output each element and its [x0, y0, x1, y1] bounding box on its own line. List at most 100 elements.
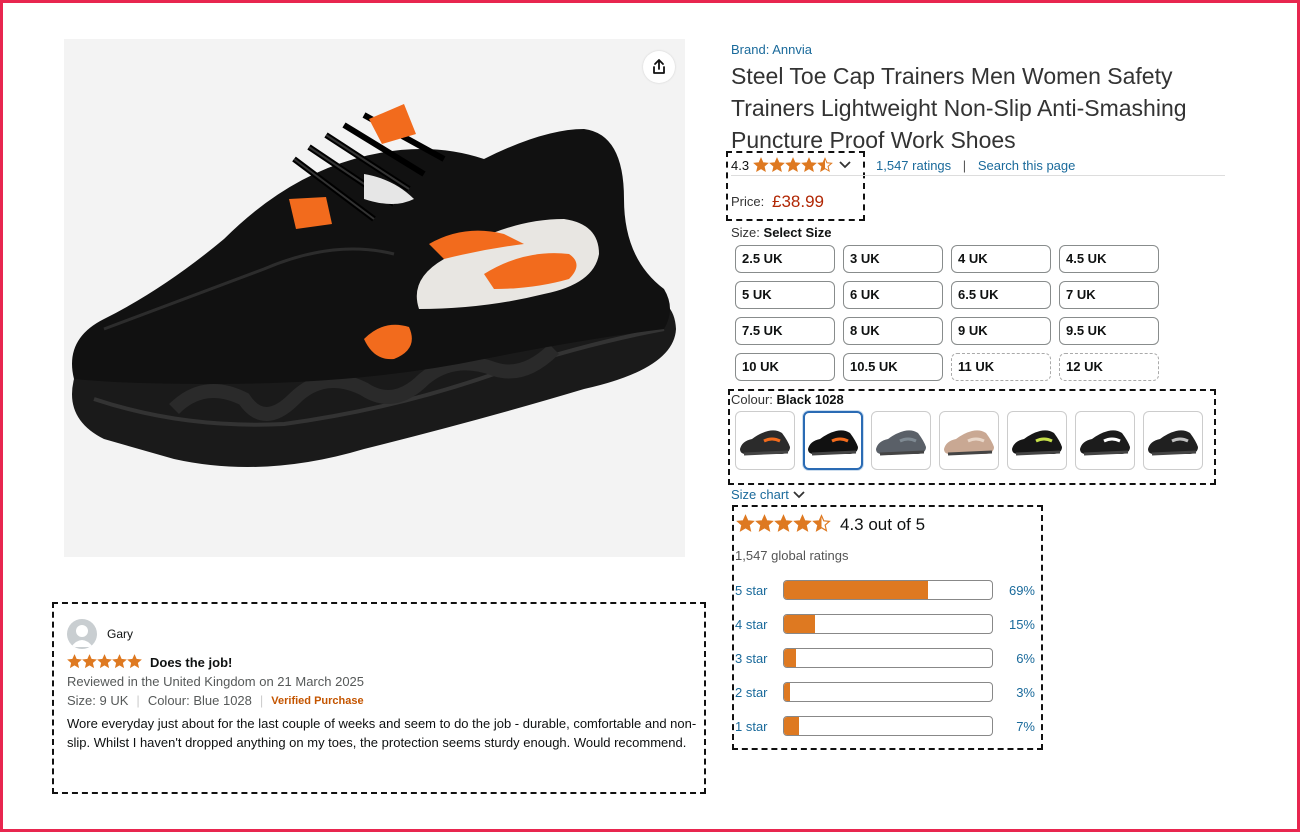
avatar [67, 619, 97, 649]
brand-link[interactable]: Brand: Annvia [731, 42, 812, 57]
shoe-thumbnail-icon [740, 429, 790, 455]
size-option[interactable]: 9.5 UK [1059, 317, 1159, 345]
price-value: £38.99 [772, 192, 824, 211]
star-full-icon [82, 654, 97, 669]
rating-stars [753, 157, 833, 173]
meta-divider: | [136, 693, 140, 708]
histogram-percent: 15% [1008, 616, 1035, 632]
histogram-label: 5 star [735, 582, 768, 598]
star-full-icon [793, 514, 812, 532]
histogram-row[interactable]: 5 star 69% [735, 580, 1035, 600]
price-label: Price: [731, 194, 765, 209]
chevron-down-icon[interactable] [839, 161, 851, 169]
histogram-label: 4 star [735, 616, 768, 632]
colour-label-text: Colour: [731, 392, 773, 407]
histogram-bar [783, 614, 993, 634]
size-label: Size: Select Size [731, 225, 831, 240]
rating-links: 1,547 ratings | Search this page [876, 158, 1075, 173]
histogram-fill [784, 683, 791, 701]
star-full-icon [97, 654, 112, 669]
size-option[interactable]: 5 UK [735, 281, 835, 309]
review-size: Size: 9 UK [67, 693, 129, 708]
histogram-row[interactable]: 2 star 3% [735, 682, 1035, 702]
star-full-icon [736, 514, 755, 532]
star-half-icon [812, 514, 831, 532]
histogram-bar [783, 648, 993, 668]
share-button[interactable] [643, 51, 675, 83]
histogram-fill [784, 615, 816, 633]
colour-swatch[interactable] [1143, 411, 1203, 470]
size-option[interactable]: 7.5 UK [735, 317, 835, 345]
star-full-icon [67, 654, 82, 669]
shoe-thumbnail-icon [944, 429, 994, 455]
size-option[interactable]: 10 UK [735, 353, 835, 381]
colour-selected: Black 1028 [776, 392, 844, 407]
product-title: Steel Toe Cap Trainers Men Women Safety … [731, 63, 1187, 153]
size-option[interactable]: 3 UK [843, 245, 943, 273]
size-option[interactable]: 7 UK [1059, 281, 1159, 309]
review-body: Wore everyday just about for the last co… [67, 716, 697, 750]
shoe-thumbnail-icon [876, 429, 926, 455]
histogram-percent: 3% [1016, 684, 1035, 700]
histogram-percent: 69% [1008, 582, 1035, 598]
size-option[interactable]: 11 UK [951, 353, 1051, 381]
size-option[interactable]: 8 UK [843, 317, 943, 345]
shoe-thumbnail-icon [1148, 429, 1198, 455]
size-chart-text: Size chart [731, 487, 789, 502]
size-option[interactable]: 10.5 UK [843, 353, 943, 381]
rating-summary[interactable]: 4.3 [731, 157, 851, 173]
colour-swatch[interactable] [735, 411, 795, 470]
size-chart-link[interactable]: Size chart [731, 487, 805, 502]
rating-number: 4.3 [731, 157, 750, 173]
product-image[interactable] [64, 39, 685, 557]
star-full-icon [753, 157, 769, 173]
histogram-percent: 7% [1016, 718, 1035, 734]
histogram-row[interactable]: 4 star 15% [735, 614, 1035, 634]
share-icon [653, 59, 665, 74]
reviewer-name[interactable]: Gary [107, 627, 133, 641]
size-option[interactable]: 6 UK [843, 281, 943, 309]
star-full-icon [112, 654, 127, 669]
colour-swatch[interactable] [1007, 411, 1067, 470]
shoe-thumbnail-icon [1080, 429, 1130, 455]
search-page-link[interactable]: Search this page [978, 158, 1076, 173]
global-ratings-count: 1,547 global ratings [735, 548, 849, 563]
size-option[interactable]: 12 UK [1059, 353, 1159, 381]
star-full-icon [801, 157, 817, 173]
review-stars [67, 654, 142, 669]
size-option[interactable]: 2.5 UK [735, 245, 835, 273]
size-option[interactable]: 6.5 UK [951, 281, 1051, 309]
histogram-bar [783, 682, 993, 702]
review-title[interactable]: Does the job! [150, 655, 232, 670]
histogram-percent: 6% [1016, 650, 1035, 666]
size-option[interactable]: 9 UK [951, 317, 1051, 345]
size-label-text: Size: [731, 225, 760, 240]
colour-swatch[interactable] [939, 411, 999, 470]
colour-swatch[interactable] [803, 411, 863, 470]
histogram-row[interactable]: 3 star 6% [735, 648, 1035, 668]
review-colour: Colour: Blue 1028 [147, 693, 252, 708]
histogram-label: 2 star [735, 684, 768, 700]
ratings-big-stars [736, 514, 831, 533]
histogram-fill [784, 717, 799, 735]
verified-purchase-badge: Verified Purchase [271, 694, 364, 707]
colour-swatch[interactable] [871, 411, 931, 470]
colour-swatch[interactable] [1075, 411, 1135, 470]
colour-label: Colour: Black 1028 [731, 392, 844, 407]
colour-swatches [735, 411, 1203, 470]
user-avatar-icon [71, 625, 93, 647]
size-option[interactable]: 4 UK [951, 245, 1051, 273]
review-date: Reviewed in the United Kingdom on 21 Mar… [67, 674, 365, 689]
histogram-label: 3 star [735, 650, 768, 666]
histogram-row[interactable]: 1 star 7% [735, 716, 1035, 736]
star-full-icon [769, 157, 785, 173]
ratings-count-link[interactable]: 1,547 ratings [876, 158, 951, 173]
star-full-icon [755, 514, 774, 532]
star-half-icon [817, 157, 833, 173]
size-option[interactable]: 4.5 UK [1059, 245, 1159, 273]
histogram-bar [783, 716, 993, 736]
shoe-thumbnail-icon [1012, 429, 1062, 455]
histogram-fill [784, 649, 797, 667]
histogram-bar [783, 580, 993, 600]
review-meta: Size: 9 UK | Colour: Blue 1028 | Verifie… [67, 693, 364, 708]
